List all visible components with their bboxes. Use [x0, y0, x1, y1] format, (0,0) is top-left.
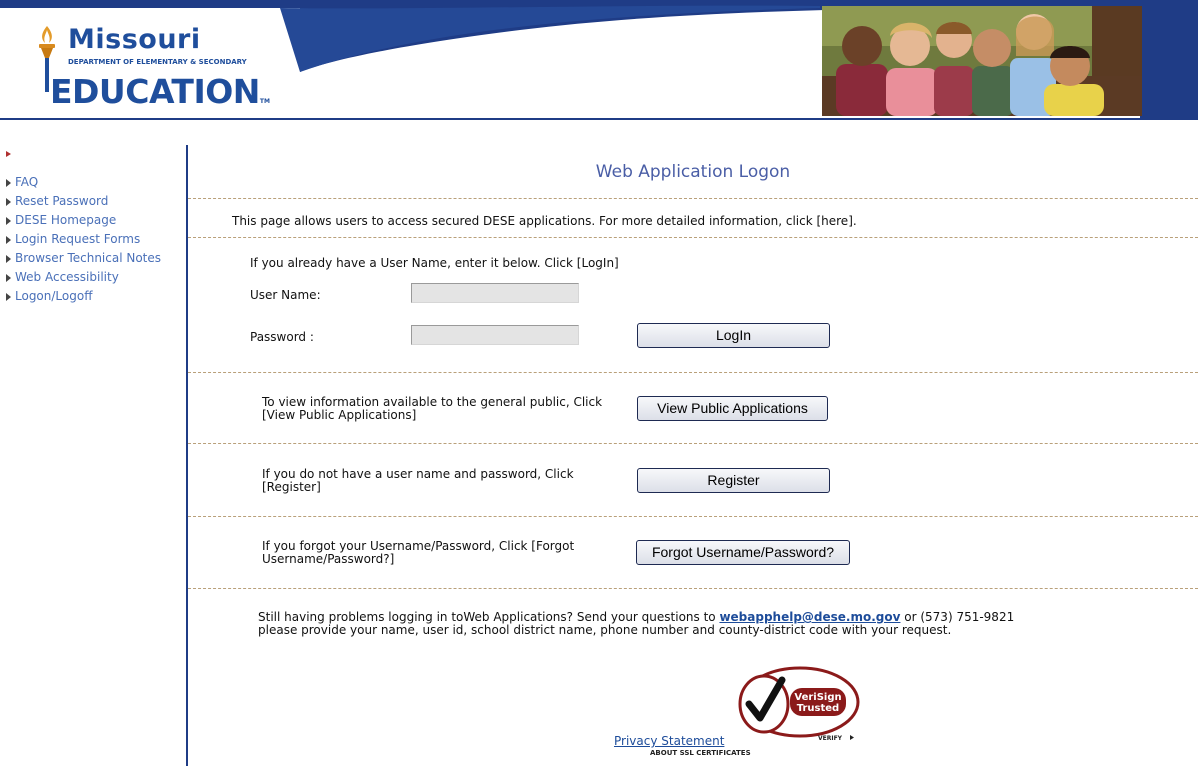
sidebar-item-browser-technical-notes[interactable]: Browser Technical Notes	[6, 249, 161, 268]
sidebar-item-login-request-forms[interactable]: Login Request Forms	[6, 230, 161, 249]
login-prompt: If you already have a User Name, enter i…	[250, 256, 619, 270]
help-text-phone: or (573) 751-9821	[900, 610, 1015, 624]
header-banner: Missouri DEPARTMENT OF ELEMENTARY & SECO…	[0, 0, 1198, 122]
sidebar-item-reset-password[interactable]: Reset Password	[6, 192, 161, 211]
verify-text: VERIFY	[818, 735, 843, 742]
sidebar-link-logon-logoff[interactable]: Logon/Logoff	[15, 289, 92, 303]
register-text-line2: [Register]	[262, 480, 321, 494]
triangle-right-icon	[6, 217, 11, 225]
sidebar-item-logon-logoff[interactable]: Logon/Logoff	[6, 287, 161, 306]
logo-education-text: EDUCATIONTM	[50, 72, 270, 111]
section-divider	[188, 198, 1198, 199]
help-text-line2: please provide your name, user id, schoo…	[258, 623, 952, 637]
trusted-text: Trusted	[797, 703, 839, 714]
sidebar-item-dese-homepage[interactable]: DESE Homepage	[6, 211, 161, 230]
sidebar-link-login-request-forms[interactable]: Login Request Forms	[15, 232, 140, 246]
sidebar-item-faq[interactable]: FAQ	[6, 173, 161, 192]
forgot-text-line2: Username/Password?]	[262, 552, 395, 566]
username-label: User Name:	[250, 288, 321, 302]
verisign-text: VeriSign	[794, 692, 841, 703]
left-sidebar: FAQ Reset Password DESE Homepage Login R…	[0, 145, 186, 766]
register-button[interactable]: Register	[637, 468, 830, 493]
forgot-username-password-button[interactable]: Forgot Username/Password?	[636, 540, 850, 565]
forgot-text: If you forgot your Username/Password, Cl…	[262, 540, 574, 566]
section-divider	[188, 237, 1198, 238]
missouri-dese-logo[interactable]: Missouri DEPARTMENT OF ELEMENTARY & SECO…	[36, 22, 296, 117]
sidebar-link-faq[interactable]: FAQ	[15, 175, 38, 189]
sidebar-link-dese-homepage[interactable]: DESE Homepage	[15, 213, 116, 227]
register-text: If you do not have a user name and passw…	[262, 468, 574, 494]
username-field[interactable]	[411, 283, 579, 303]
banner-divider	[0, 118, 1198, 120]
triangle-right-icon	[6, 274, 11, 282]
about-ssl-certificates-text[interactable]: ABOUT SSL CERTIFICATES	[650, 749, 751, 757]
section-divider	[188, 443, 1198, 444]
sidebar-link-browser-technical-notes[interactable]: Browser Technical Notes	[15, 251, 161, 265]
section-divider	[188, 372, 1198, 373]
public-apps-text: To view information available to the gen…	[262, 396, 602, 422]
password-field[interactable]	[411, 325, 579, 345]
page-title: Web Application Logon	[595, 162, 791, 182]
help-text-before: Still having problems logging in toWeb A…	[258, 610, 720, 624]
view-public-applications-button[interactable]: View Public Applications	[637, 396, 828, 421]
triangle-right-icon	[6, 198, 11, 206]
section-divider	[188, 588, 1198, 589]
verisign-trusted-seal[interactable]: VeriSign Trusted VERIFY	[734, 666, 866, 744]
logo-missouri-text: Missouri	[68, 24, 201, 55]
sidebar-link-web-accessibility[interactable]: Web Accessibility	[15, 270, 119, 284]
password-label: Password :	[250, 330, 314, 344]
section-divider	[188, 516, 1198, 517]
help-text: Still having problems logging in toWeb A…	[258, 611, 1014, 637]
sidebar-nav: FAQ Reset Password DESE Homepage Login R…	[6, 173, 161, 306]
public-apps-text-line2: [View Public Applications]	[262, 408, 417, 422]
intro-text: This page allows users to access secured…	[232, 214, 857, 228]
children-photo	[822, 6, 1142, 116]
sidebar-arrow-icon	[6, 151, 11, 157]
sidebar-item-web-accessibility[interactable]: Web Accessibility	[6, 268, 161, 287]
triangle-right-icon	[6, 236, 11, 244]
triangle-right-icon	[6, 293, 11, 301]
privacy-statement-link[interactable]: Privacy Statement	[614, 734, 724, 748]
support-email-link[interactable]: webapphelp@dese.mo.gov	[719, 610, 900, 624]
main-content: Web Application Logon This page allows u…	[188, 145, 1198, 766]
triangle-right-icon	[6, 179, 11, 187]
logo-department-text: DEPARTMENT OF ELEMENTARY & SECONDARY	[68, 58, 247, 66]
triangle-right-icon	[6, 255, 11, 263]
login-button[interactable]: LogIn	[637, 323, 830, 348]
sidebar-link-reset-password[interactable]: Reset Password	[15, 194, 108, 208]
